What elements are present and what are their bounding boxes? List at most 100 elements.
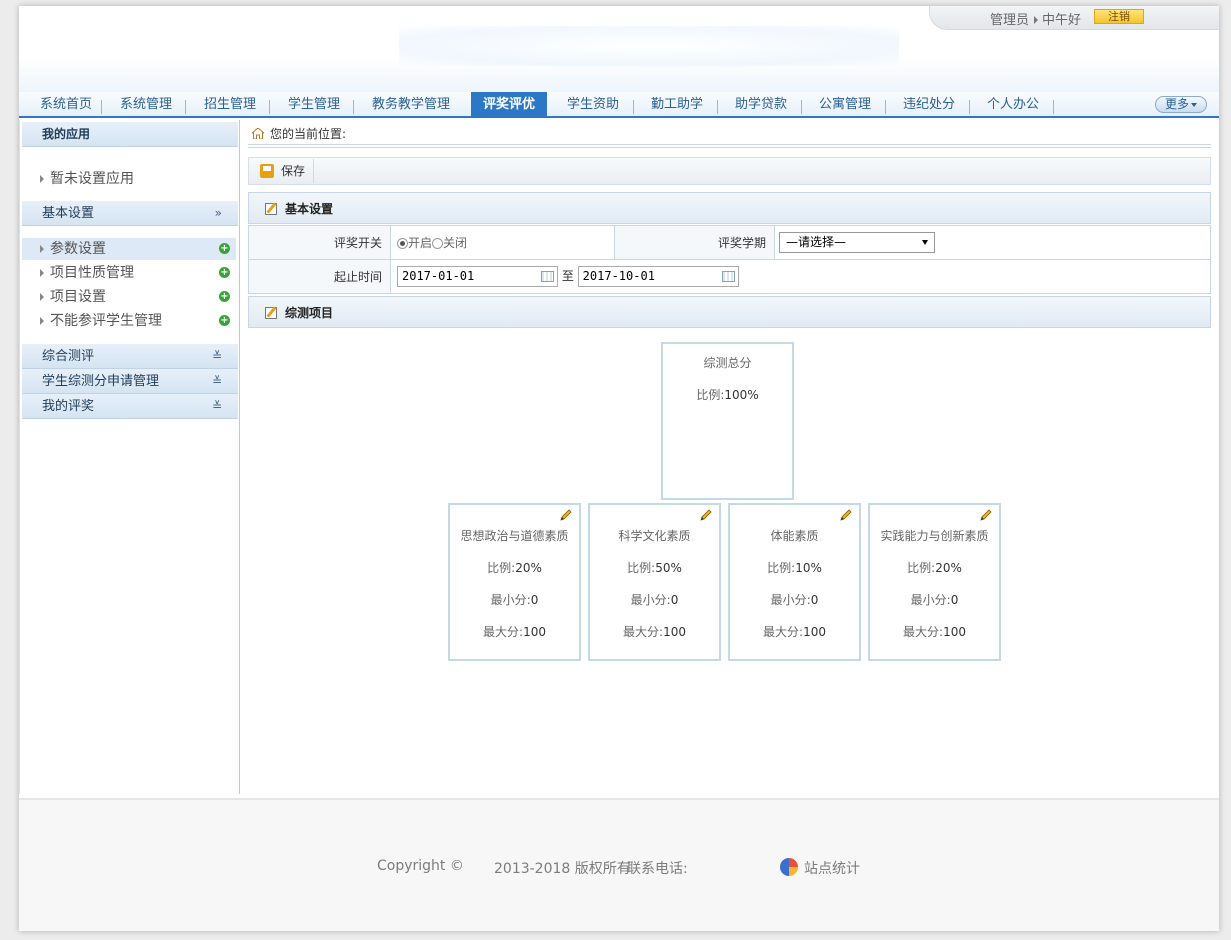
triangle-right-icon [40,175,44,183]
user-name: 管理员 [990,13,1030,28]
main-nav: 系统首页 系统管理 招生管理 学生管理 教务教学管理 评奖评优 学生资助 勤工助… [19,92,1219,118]
add-icon[interactable]: + [219,291,230,302]
nav-item-work-study[interactable]: 勤工助学 [639,92,715,118]
switch-off-radio[interactable] [432,238,444,249]
nav-divider [185,100,186,114]
section-title: 综测项目 [285,306,334,320]
header-banner: 管理员 中午好 注销 [19,6,1219,92]
add-icon[interactable]: + [219,267,230,278]
nav-item-discipline[interactable]: 违纪处分 [891,92,967,118]
min-value: 0 [530,593,539,607]
card-max: 最大分:100 [730,623,859,640]
triangle-right-icon [40,293,44,301]
min-label: 最小分: [490,593,531,607]
tree-child-card: 思想政治与道德素质 比例:20% 最小分:0 最大分:100 [448,503,581,661]
sidebar-item-project-type[interactable]: 项目性质管理 + [22,262,236,284]
more-label: 更多 [1164,97,1189,111]
sidebar-item-project-settings[interactable]: 项目设置 + [22,286,236,308]
sidebar-item-label: 项目性质管理 [50,265,134,281]
sidebar-header-label: 学生综测分申请管理 [42,374,160,389]
calendar-icon[interactable] [721,271,735,282]
nav-item-loans[interactable]: 助学贷款 [723,92,799,118]
calendar-icon[interactable] [541,271,554,282]
breadcrumb-text: 您的当前位置: [270,127,347,141]
tree-child-card: 实践能力与创新素质 比例:20% 最小分:0 最大分:100 [868,503,1001,661]
card-ratio: 比例:20% [450,559,579,576]
card-max: 最大分:100 [450,623,579,640]
switch-on-radio[interactable] [397,238,408,249]
date-value: 2017-01-01 [402,269,475,283]
pencil-icon[interactable] [559,508,573,522]
term-select[interactable]: —请选择— [779,232,935,253]
select-value: —请选择— [786,235,847,249]
tree-child-card: 科学文化素质 比例:50% 最小分:0 最大分:100 [588,503,721,661]
sidebar-item-label: 不能参评学生管理 [50,313,162,329]
sidebar-my-apps-header[interactable]: 我的应用 [22,122,238,147]
nav-divider [885,100,886,114]
nav-item-awards[interactable]: 评奖评优 [471,92,547,118]
sidebar-section-my-awards[interactable]: 我的评奖 ≚ [22,394,238,419]
home-icon [252,128,264,139]
sidebar-section-comprehensive[interactable]: 综合测评 ≚ [22,344,238,369]
pie-chart-icon[interactable] [780,858,798,876]
sidebar-item-params[interactable]: 参数设置 + [22,238,236,260]
logout-button[interactable]: 注销 [1094,9,1144,24]
user-greeting: 管理员 中午好 [990,9,1081,28]
nav-item-home[interactable]: 系统首页 [25,92,107,118]
date-value: 2017-10-01 [582,269,655,283]
end-date-input[interactable]: 2017-10-01 [577,266,739,287]
app-window: 管理员 中午好 注销 系统首页 系统管理 招生管理 学生管理 教务教学管理 评奖评… [19,6,1219,931]
min-value: 0 [670,593,679,607]
arrow-right-icon [1034,16,1039,24]
site-stats-link[interactable]: 站点统计 [804,858,860,878]
sidebar-item-label: 参数设置 [50,241,106,257]
save-label: 保存 [281,164,306,178]
nav-item-admissions[interactable]: 招生管理 [191,92,269,118]
pencil-icon[interactable] [699,508,713,522]
radio-label: 开启 [408,236,433,250]
max-label: 最大分: [623,625,664,639]
banner-decoration [399,26,899,66]
max-value: 100 [663,625,686,639]
sidebar-header-label: 基本设置 [42,206,95,221]
start-date-input[interactable]: 2017-01-01 [397,266,558,287]
nav-divider [353,100,354,114]
triangle-right-icon [40,269,44,277]
pencil-icon[interactable] [979,508,993,522]
sidebar-item-label: 项目设置 [50,289,106,305]
term-field: —请选择— [774,225,1211,260]
nav-item-academics[interactable]: 教务教学管理 [359,92,463,118]
max-label: 最大分: [763,625,804,639]
ratio-value: 100% [724,388,759,402]
card-ratio: 比例:20% [870,559,999,576]
nav-item-dormitory[interactable]: 公寓管理 [807,92,883,118]
add-icon[interactable]: + [219,243,230,254]
card-ratio: 比例:100% [663,386,792,403]
max-value: 100 [943,625,966,639]
sidebar-item-ineligible-students[interactable]: 不能参评学生管理 + [22,310,236,332]
nav-item-financial-aid[interactable]: 学生资助 [555,92,631,118]
pencil-icon[interactable] [839,508,853,522]
card-min: 最小分:0 [870,591,999,608]
save-button[interactable]: 保存 [253,159,315,183]
edit-icon [265,307,277,319]
min-value: 0 [810,593,819,607]
more-menu-button[interactable]: 更多 [1155,96,1207,113]
card-title: 体能素质 [770,529,819,543]
double-chevron-down-icon: ≚ [211,374,222,388]
card-min: 最小分:0 [590,591,719,608]
sidebar-section-score-application[interactable]: 学生综测分申请管理 ≚ [22,369,238,394]
nav-item-students[interactable]: 学生管理 [275,92,353,118]
ratio-value: 10% [795,561,822,575]
min-label: 最小分: [770,593,811,607]
min-value: 0 [950,593,959,607]
period-label: 起止时间 [248,259,391,294]
add-icon[interactable]: + [219,315,230,326]
nav-item-system[interactable]: 系统管理 [107,92,185,118]
section-title: 基本设置 [285,202,334,216]
nav-item-office[interactable]: 个人办公 [975,92,1051,118]
sidebar-basic-settings-header[interactable]: 基本设置 » [22,201,238,226]
card-ratio: 比例:50% [590,559,719,576]
card-max: 最大分:100 [590,623,719,640]
rights-text: 2013-2018 版权所有 [494,861,631,877]
